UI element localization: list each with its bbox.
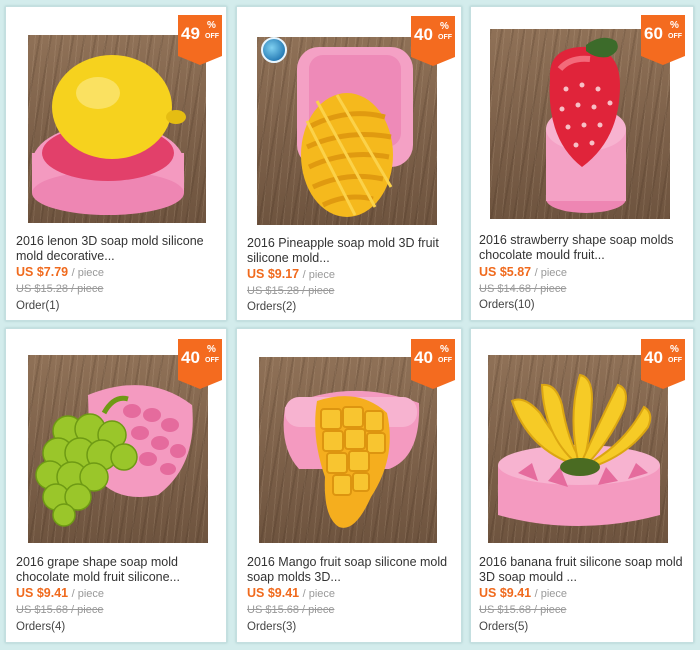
order-count: Orders(5) — [479, 621, 529, 633]
product-price: US $5.87 / piece — [479, 265, 568, 279]
original-price: US $15.28 / piece — [16, 283, 104, 295]
original-price: US $15.28 / piece — [247, 285, 335, 297]
product-price: US $9.41 / piece — [16, 586, 105, 600]
grape-soap-illustration — [35, 385, 193, 527]
order-count: Order(1) — [16, 300, 60, 312]
product-image-pineapple[interactable] — [257, 37, 437, 225]
product-grid: 49 % OFF 2016 lenon 3D soap mold silicon… — [0, 0, 700, 650]
order-count: Orders(3) — [247, 621, 297, 633]
discount-badge: 40 % OFF — [178, 339, 222, 389]
product-image-strawberry[interactable] — [490, 29, 670, 219]
discount-badge: 40 % OFF — [411, 339, 455, 389]
lemon-soap-illustration — [32, 55, 186, 215]
product-title[interactable]: 2016 lenon 3D soap mold silicone mold de… — [16, 234, 221, 264]
mango-soap-illustration — [283, 390, 420, 528]
product-title[interactable]: 2016 strawberry shape soap molds chocola… — [479, 233, 684, 263]
original-price: US $15.68 / piece — [16, 604, 104, 616]
product-image-grape[interactable] — [28, 355, 208, 543]
order-count: Orders(2) — [247, 301, 297, 313]
product-card-strawberry[interactable]: 60 % OFF 2016 strawberry shape soap mold… — [470, 6, 694, 321]
shop-logo-icon — [261, 37, 287, 63]
product-price: US $9.41 / piece — [479, 586, 568, 600]
product-image-mango[interactable] — [259, 357, 437, 543]
discount-badge: 40 % OFF — [641, 339, 685, 389]
product-card-banana[interactable]: 40 % OFF 2016 banana fruit silicone soap… — [470, 328, 694, 643]
original-price: US $14.68 / piece — [479, 283, 567, 295]
original-price: US $15.68 / piece — [479, 604, 567, 616]
product-price: US $9.17 / piece — [247, 267, 336, 281]
order-count: Orders(4) — [16, 621, 66, 633]
discount-badge: 49 % OFF — [178, 15, 222, 65]
product-image-lemon[interactable] — [28, 35, 206, 223]
original-price: US $15.68 / piece — [247, 604, 335, 616]
product-card-pineapple[interactable]: 40 % OFF 2016 Pineapple soap mold 3D fru… — [236, 6, 462, 321]
order-count: Orders(10) — [479, 299, 535, 311]
product-card-lemon[interactable]: 49 % OFF 2016 lenon 3D soap mold silicon… — [5, 6, 227, 321]
product-card-grape[interactable]: 40 % OFF 2016 grape shape soap mold choc… — [5, 328, 227, 643]
product-title[interactable]: 2016 banana fruit silicone soap mold 3D … — [479, 555, 684, 585]
product-image-banana[interactable] — [488, 355, 668, 543]
pineapple-soap-illustration — [297, 47, 413, 217]
discount-badge: 60 % OFF — [641, 15, 685, 65]
discount-badge: 40 % OFF — [411, 16, 455, 66]
product-price: US $7.79 / piece — [16, 265, 105, 279]
product-title[interactable]: 2016 Pineapple soap mold 3D fruit silico… — [247, 236, 452, 266]
product-card-mango[interactable]: 40 % OFF 2016 Mango fruit soap silicone … — [236, 328, 462, 643]
product-price: US $9.41 / piece — [247, 586, 336, 600]
product-title[interactable]: 2016 Mango fruit soap silicone mold soap… — [247, 555, 452, 585]
banana-soap-illustration — [498, 373, 660, 526]
strawberry-soap-illustration — [546, 37, 626, 213]
product-title[interactable]: 2016 grape shape soap mold chocolate mol… — [16, 555, 221, 585]
